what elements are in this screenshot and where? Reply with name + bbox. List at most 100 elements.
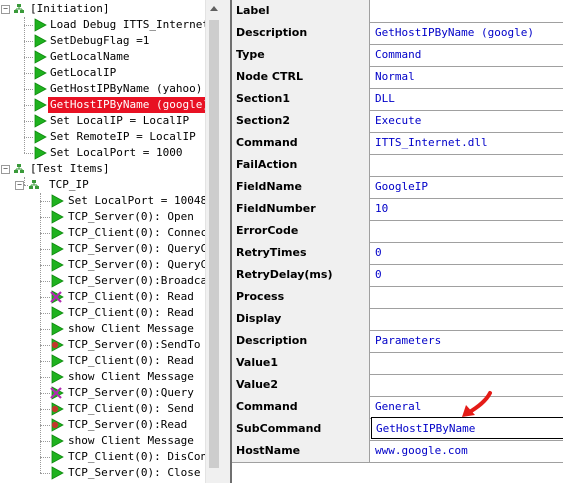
tree-item[interactable]: TCP_Client(0): Read xyxy=(66,305,196,321)
property-value[interactable] xyxy=(371,286,563,308)
property-row[interactable]: SubCommand GetHostIPByName xyxy=(232,417,563,441)
tree-item[interactable]: GetHostIPByName (yahoo) xyxy=(48,81,204,97)
property-row[interactable]: Label xyxy=(232,0,563,23)
tree-item-label: [Initiation] xyxy=(30,2,110,15)
tree-connector xyxy=(40,281,50,282)
scroll-up-arrow-icon[interactable] xyxy=(210,6,218,11)
tree-node-initiation[interactable]: [Initiation] xyxy=(28,1,111,17)
property-row[interactable]: Command ITTS_Internet.dll xyxy=(232,132,563,155)
property-row[interactable]: RetryDelay(ms) 0 xyxy=(232,264,563,287)
property-row[interactable]: Value2 xyxy=(232,374,563,397)
tree-item[interactable]: TCP_Client(0): Connect xyxy=(66,225,205,241)
property-row[interactable]: Section2 Execute xyxy=(232,110,563,133)
property-row[interactable]: ErrorCode xyxy=(232,220,563,243)
property-row[interactable]: FieldNumber 10 xyxy=(232,198,563,221)
property-value[interactable] xyxy=(371,308,563,330)
green-play-icon xyxy=(51,434,64,448)
property-value[interactable]: ITTS_Internet.dll xyxy=(371,132,563,154)
tree-item[interactable]: TCP_Client(0): Read xyxy=(66,353,196,369)
property-value[interactable]: Parameters xyxy=(371,330,563,352)
property-value[interactable]: www.google.com xyxy=(371,440,563,462)
tree-item[interactable]: TCP_Server(0):Broadcast xyxy=(66,273,205,289)
tree-item[interactable]: TCP_Client(0): Send xyxy=(66,401,196,417)
property-value[interactable]: 0 xyxy=(371,242,563,264)
tree-item[interactable]: Set LocalPort = 10048 xyxy=(66,193,205,209)
collapse-toggle-icon[interactable]: − xyxy=(1,5,10,14)
splitter[interactable] xyxy=(222,0,230,483)
tree-item[interactable]: SetDebugFlag =1 xyxy=(48,33,151,49)
tree-connector xyxy=(40,345,50,346)
property-value[interactable]: Execute xyxy=(371,110,563,132)
tree-item[interactable]: TCP_Client(0): DisConn xyxy=(66,449,205,465)
property-name: Value1 xyxy=(232,352,370,374)
tree-connector xyxy=(40,193,41,473)
tree-item[interactable]: show Client Message xyxy=(66,433,196,449)
tree-item[interactable]: Load Debug ITTS_Internet xyxy=(48,17,205,33)
property-row[interactable]: Description Parameters xyxy=(232,330,563,353)
property-name: FieldNumber xyxy=(232,198,370,220)
tree-item[interactable]: GetLocalName xyxy=(48,49,131,65)
property-row[interactable]: Section1 DLL xyxy=(232,88,563,111)
property-row[interactable]: HostName www.google.com xyxy=(232,440,563,463)
property-value[interactable]: Normal xyxy=(371,66,563,88)
tree-item[interactable]: TCP_Client(0): Read xyxy=(66,289,196,305)
green-play-icon xyxy=(51,450,64,464)
tree-item[interactable]: show Client Message xyxy=(66,321,196,337)
green-play-icon xyxy=(34,50,47,64)
property-row[interactable]: FieldName GoogleIP xyxy=(232,176,563,199)
property-row[interactable]: Display xyxy=(232,308,563,331)
tree-node-tcp-ip[interactable]: TCP_IP xyxy=(47,177,91,193)
property-value[interactable] xyxy=(371,352,563,374)
collapse-toggle-icon[interactable]: − xyxy=(15,181,24,190)
tree-connector xyxy=(24,177,25,185)
property-row[interactable]: FailAction xyxy=(232,154,563,177)
tree-item-label: TCP_Client(0): Send xyxy=(68,402,194,415)
tree-item[interactable]: GetLocalIP xyxy=(48,65,118,81)
tree-scrollbar[interactable] xyxy=(205,0,223,483)
tree-item[interactable]: Set LocalIP = LocalIP xyxy=(48,113,191,129)
property-row[interactable]: Command General xyxy=(232,396,563,419)
property-row[interactable]: Value1 xyxy=(232,352,563,375)
property-value[interactable]: 10 xyxy=(371,198,563,220)
green-play-icon xyxy=(51,354,64,368)
tree-item[interactable]: GetHostIPByName (google) xyxy=(48,97,205,113)
property-value[interactable]: Command xyxy=(371,44,563,66)
tree-connector xyxy=(24,57,33,58)
tree-item[interactable]: TCP_Server(0): Open xyxy=(66,209,196,225)
collapse-toggle-icon[interactable]: − xyxy=(1,165,10,174)
scroll-thumb[interactable] xyxy=(209,20,219,468)
property-value[interactable] xyxy=(371,220,563,242)
tree-connector xyxy=(24,153,33,154)
property-value[interactable]: 0 xyxy=(371,264,563,286)
property-row[interactable]: Process xyxy=(232,286,563,309)
property-name: ErrorCode xyxy=(232,220,370,242)
tree-item[interactable]: show Client Message xyxy=(66,369,196,385)
property-row[interactable]: RetryTimes 0 xyxy=(232,242,563,265)
property-row[interactable]: Node CTRL Normal xyxy=(232,66,563,89)
property-name: HostName xyxy=(232,440,370,462)
green-play-icon xyxy=(51,226,64,240)
tree-item[interactable]: Set LocalPort = 1000 xyxy=(48,145,184,161)
tree-item[interactable]: TCP_Server(0): QueryCl xyxy=(66,257,205,273)
property-value[interactable] xyxy=(371,154,563,176)
property-value[interactable] xyxy=(371,0,563,22)
tree-connector xyxy=(40,441,50,442)
tree-item[interactable]: Set RemoteIP = LocalIP xyxy=(48,129,198,145)
property-row[interactable]: Description GetHostIPByName (google) xyxy=(232,22,563,45)
tree-node-test-items[interactable]: [Test Items] xyxy=(28,161,111,177)
tree-item[interactable]: TCP_Server(0):Query xyxy=(66,385,196,401)
property-value[interactable]: DLL xyxy=(371,88,563,110)
tree-item[interactable]: TCP_Server(0): Close xyxy=(66,465,202,481)
tree-item[interactable]: TCP_Server(0): QueryCl xyxy=(66,241,205,257)
tree-item[interactable]: TCP_Server(0):SendTo xyxy=(66,337,202,353)
test-tree[interactable]: − [Initiation] Load Debug ITTS_Internet Set… xyxy=(0,0,205,483)
property-value[interactable]: GetHostIPByName (google) xyxy=(371,22,563,44)
property-row[interactable]: Type Command xyxy=(232,44,563,67)
green-play-icon xyxy=(51,194,64,208)
tree-item[interactable]: TCP_Server(0):Read xyxy=(66,417,189,433)
property-name: Node CTRL xyxy=(232,66,370,88)
property-grid[interactable]: Label Description GetHostIPByName (google)… xyxy=(230,0,563,483)
tree-item-label: [Test Items] xyxy=(30,162,110,175)
property-value[interactable]: GoogleIP xyxy=(371,176,563,198)
tree-connector xyxy=(24,89,33,90)
